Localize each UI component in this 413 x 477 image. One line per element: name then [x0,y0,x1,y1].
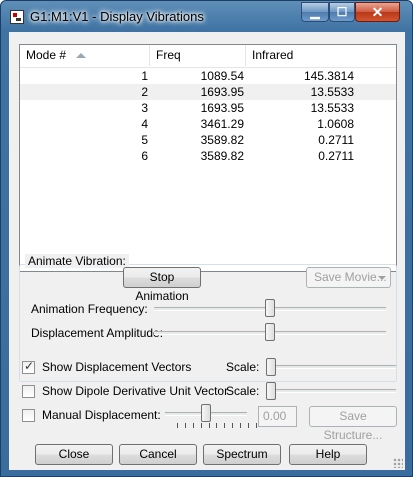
column-header-freq-label: Freq [156,48,181,62]
freq-cell: 3461.29 [200,117,244,131]
table-row[interactable]: 1 1089.54 145.3814 [20,68,396,84]
infrared-cell: 13.5533 [310,101,354,115]
vectors-scale-slider[interactable] [265,358,276,376]
dropdown-arrow-icon [378,276,386,280]
cancel-button[interactable]: Cancel [119,444,197,465]
infrared-cell: 1.0608 [317,117,354,131]
manual-displacement-ticks [177,423,257,429]
mode-cell: 1 [141,69,148,83]
window-title: G1:M1:V1 - Display Vibrations [30,9,204,24]
animate-vibration-label: Animate Vibration: [25,254,129,268]
freq-cell: 3589.82 [200,133,244,147]
maximize-button[interactable]: ☐ [329,2,355,22]
freq-cell: 3589.82 [200,149,244,163]
close-window-button[interactable]: ✕ [355,2,400,22]
resize-grip-icon[interactable] [393,458,403,468]
column-header-infrared[interactable]: Infrared [246,45,396,66]
infrared-cell: 145.3814 [303,69,354,83]
freq-cell: 1693.95 [200,101,244,115]
mode-cell: 4 [141,117,148,131]
save-structure-button[interactable]: Save Structure... [309,406,397,442]
mode-cell: 5 [141,133,148,147]
dipole-scale-track[interactable] [268,389,396,393]
help-button[interactable]: Help [289,444,367,465]
column-header-mode[interactable]: Mode # [20,45,150,66]
spectrum-button[interactable]: Spectrum [203,444,281,465]
save-movie-button[interactable]: Save Movie... [306,267,391,288]
displacement-amplitude-slider[interactable] [265,323,275,341]
freq-cell: 1693.95 [200,85,244,99]
manual-displacement-slider[interactable] [201,404,211,422]
displacement-amplitude-label: Displacement Amplitude: [31,326,164,340]
list-rows: 1 1089.54 145.3814 2 1693.95 13.5533 3 1693.95 1… [20,68,396,164]
animation-frequency-slider[interactable] [265,299,275,317]
manual-displacement-value-field[interactable]: 0.00 [258,406,297,427]
table-row[interactable]: 4 3461.29 1.0608 [20,116,396,132]
title-bar[interactable]: G1:M1:V1 - Display Vibrations ▁ ☐ ✕ [1,1,412,33]
mode-cell: 2 [141,85,148,99]
dialog-window: G1:M1:V1 - Display Vibrations ▁ ☐ ✕ Mode… [0,0,413,477]
manual-displacement-label: Manual Displacement: [42,408,161,422]
list-header: Mode # Freq Infrared [20,45,396,68]
dipole-scale-slider[interactable] [265,382,276,400]
save-movie-label: Save Movie... [314,270,387,284]
animation-frequency-label: Animation Frequency: [31,302,148,316]
infrared-cell: 13.5533 [310,85,354,99]
vectors-scale-track[interactable] [268,365,396,369]
sort-ascending-icon [76,53,86,58]
show-dipole-vector-label: Show Dipole Derivative Unit Vector [42,384,229,398]
close-button[interactable]: Close [35,444,113,465]
freq-cell: 1089.54 [200,69,244,83]
table-row[interactable]: 3 1693.95 13.5533 [20,100,396,116]
vectors-scale-label: Scale: [226,360,260,374]
column-header-mode-label: Mode # [26,48,67,62]
infrared-cell: 0.2711 [318,149,354,163]
dipole-scale-label: Scale: [226,384,260,398]
mode-cell: 6 [141,149,148,163]
show-dipole-vector-checkbox[interactable] [22,385,35,398]
mode-cell: 3 [141,101,148,115]
table-row[interactable]: 5 3589.82 0.2711 [20,132,396,148]
table-row[interactable]: 2 1693.95 13.5533 [20,84,396,100]
manual-displacement-checkbox[interactable] [22,409,35,422]
dialog-body: Mode # Freq Infrared 1 1089.54 145.3814 2 16… [9,32,405,470]
minimize-button[interactable]: ▁ [301,2,329,22]
column-header-infrared-label: Infrared [252,48,294,62]
show-displacement-vectors-label: Show Displacement Vectors [42,360,192,374]
show-displacement-vectors-checkbox[interactable]: ✓ [22,359,35,374]
vibration-list[interactable]: Mode # Freq Infrared 1 1089.54 145.3814 2 16… [19,44,397,272]
app-icon[interactable] [10,10,24,24]
column-header-freq[interactable]: Freq [150,45,246,66]
checkmark-icon: ✓ [24,359,35,373]
stop-animation-button[interactable]: Stop Animation [123,267,201,303]
infrared-cell: 0.2711 [318,133,354,147]
table-row[interactable]: 6 3589.82 0.2711 [20,148,396,164]
